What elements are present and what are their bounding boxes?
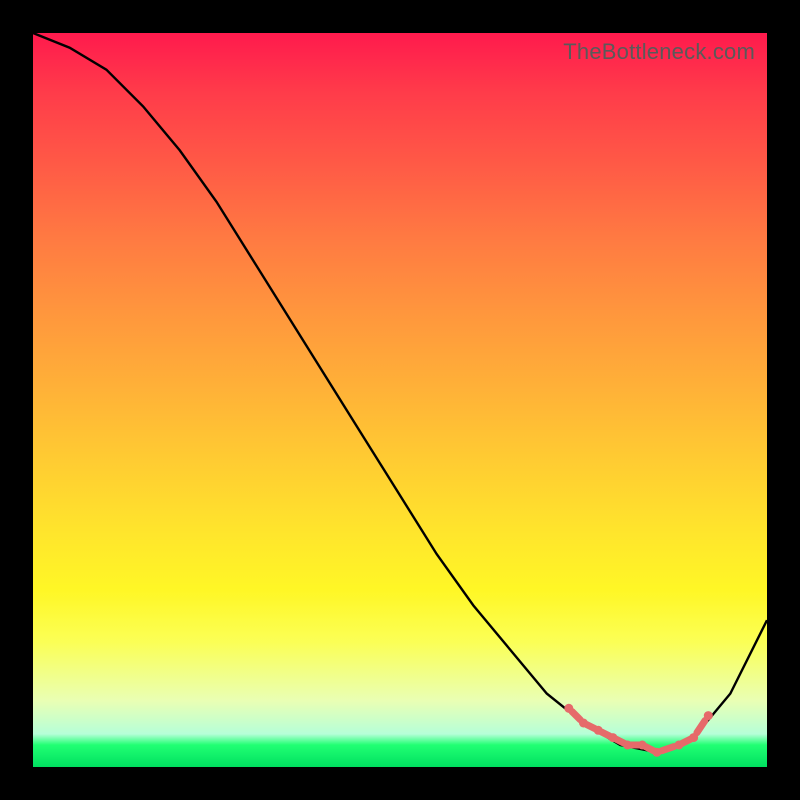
highlight-dash	[616, 739, 624, 743]
highlight-dash	[662, 747, 674, 751]
highlight-dot	[652, 748, 661, 757]
curve-line	[33, 33, 767, 752]
bottleneck-curve	[33, 33, 767, 767]
highlight-dot	[594, 726, 603, 735]
highlight-dot	[564, 704, 573, 713]
highlight-dash	[697, 721, 705, 733]
highlight-dot	[623, 741, 632, 750]
highlight-dot	[608, 733, 617, 742]
highlight-dot	[674, 741, 683, 750]
highlight-dash	[646, 747, 654, 751]
highlight-dot	[704, 711, 713, 720]
highlight-dash	[602, 732, 610, 736]
highlight-dot	[689, 733, 698, 742]
highlight-dash	[572, 712, 580, 720]
highlight-dot	[579, 719, 588, 728]
highlight-dash	[587, 725, 595, 729]
chart-plot-area: TheBottleneck.com	[33, 33, 767, 767]
highlight-dash	[682, 739, 690, 743]
highlight-dot	[638, 741, 647, 750]
